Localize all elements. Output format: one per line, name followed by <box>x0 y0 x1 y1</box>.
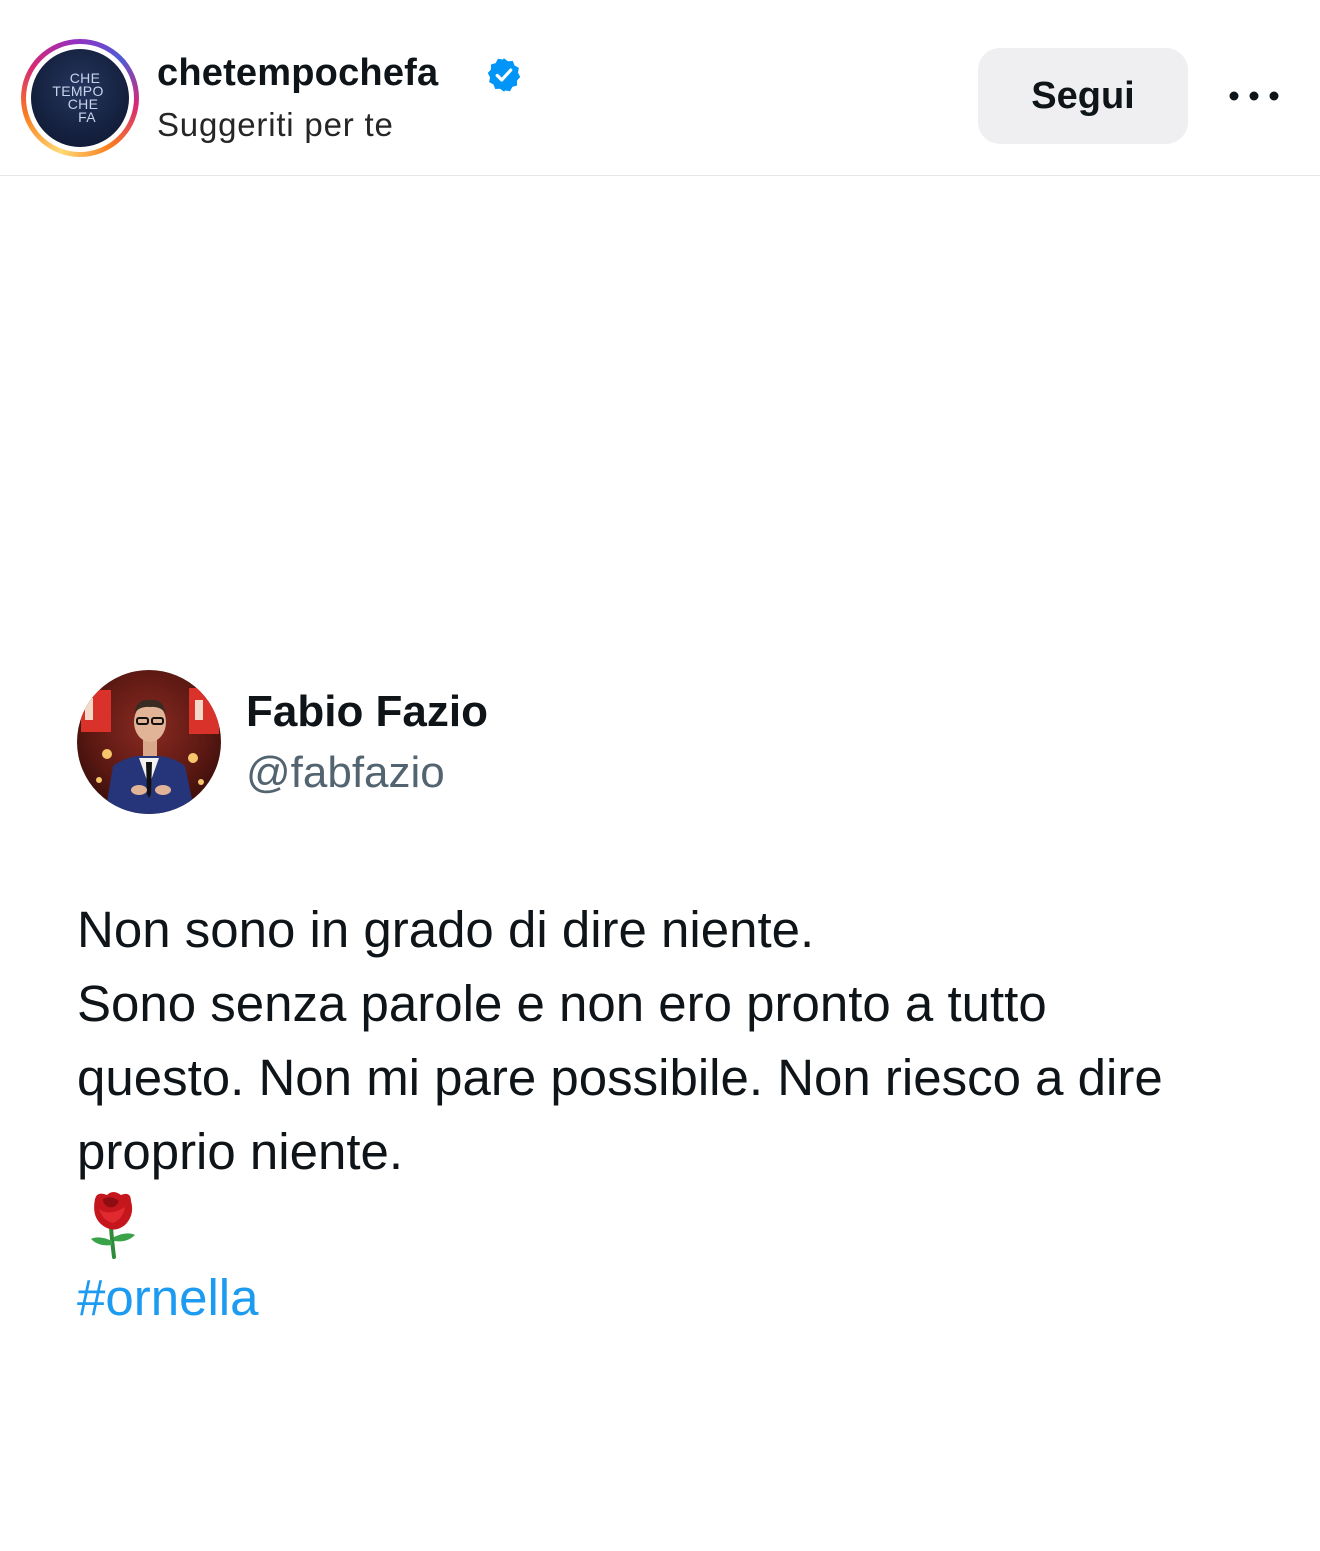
author-photo-icon <box>77 670 221 814</box>
tweet-author-name: Fabio Fazio <box>246 687 488 736</box>
tweet-line: questo. Non mi pare possibile. Non riesc… <box>77 1049 1163 1106</box>
tweet-text: Non sono in grado di dire niente. Sono s… <box>77 893 1277 1335</box>
rose-icon <box>91 1192 135 1259</box>
tweet-line: proprio niente. <box>77 1123 404 1180</box>
tweet-line: Non sono in grado di dire niente. <box>77 901 815 958</box>
post-header: CHE TEMPO CHE FA chetempochefa Suggeriti… <box>0 0 1320 176</box>
instagram-post: CHE TEMPO CHE FA chetempochefa Suggeriti… <box>0 0 1320 1551</box>
more-horizontal-icon[interactable] <box>1226 80 1282 112</box>
suggested-label: Suggeriti per te <box>157 106 394 143</box>
profile-avatar[interactable]: CHE TEMPO CHE FA <box>21 39 139 157</box>
follow-button[interactable]: Segui <box>978 48 1188 144</box>
tweet-author-handle: @fabfazio <box>246 748 445 797</box>
chetempochefa-logo: CHE TEMPO CHE FA <box>31 49 129 147</box>
verified-badge-icon <box>487 58 521 92</box>
tweet-line: Sono senza parole e non ero pronto a tut… <box>77 975 1047 1032</box>
hashtag-link[interactable]: #ornella <box>77 1269 258 1326</box>
username-link[interactable]: chetempochefa <box>157 52 438 95</box>
tweet-author-avatar <box>77 670 221 814</box>
